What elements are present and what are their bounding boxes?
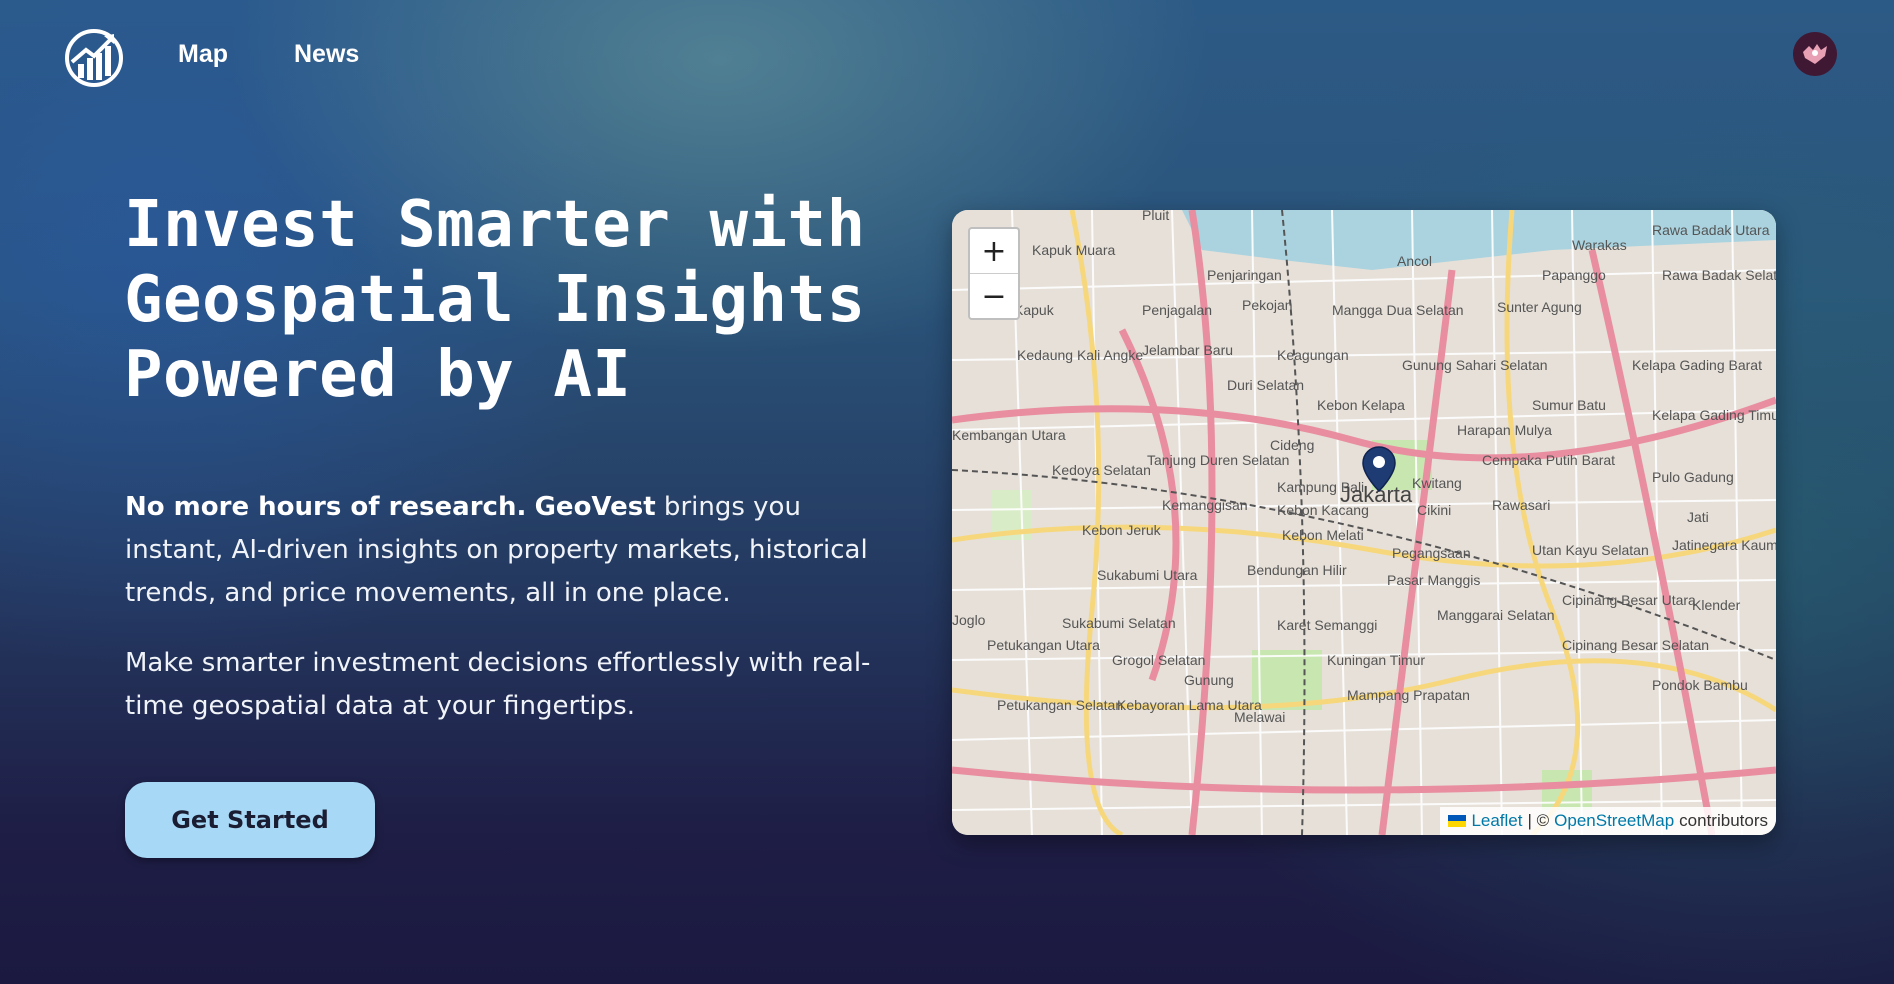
map-label: Rawa Badak Utara [1652,222,1770,238]
map-label: Jelambar Baru [1142,342,1233,358]
map-label: Cempaka Putih Barat [1482,452,1615,468]
map-label: Keagungan [1277,347,1349,363]
map-label: Duri Selatan [1227,377,1304,393]
hero-title: Invest Smarter with Geospatial Insights … [124,188,884,413]
zoom-in-button[interactable]: + [970,229,1018,273]
map-label: Kelapa Gading Timur [1652,407,1776,423]
map-label: Utan Kayu Selatan [1532,542,1649,558]
hero-title-line-3: Powered by AI [124,338,632,412]
zoom-out-button[interactable]: − [970,273,1018,318]
map-label: Cikini [1417,502,1451,518]
location-marker-icon[interactable] [1362,446,1396,492]
map-label: Kebon Melati [1282,527,1364,543]
map-tiles[interactable]: Pluit Kapuk Muara Penjaringan Ancol Wara… [952,210,1776,835]
map-label: Jatinegara Kaum [1672,537,1776,553]
map-label: Kapuk Muara [1032,242,1115,258]
map-label: Joglo [952,612,986,628]
map-label: Kedaung Kali Angke [1017,347,1143,363]
nav-link-news[interactable]: News [294,40,359,69]
nav-link-map[interactable]: Map [178,40,228,69]
map-label: Bendungan Hilir [1247,562,1347,578]
map-label: Kuningan Timur [1327,652,1425,668]
map-label: Klender [1692,597,1741,613]
hero-title-line-1: Invest Smarter with [124,188,866,262]
map-label: Pluit [1142,210,1169,223]
map-attribution: Leaflet | © OpenStreetMap contributors [1440,807,1776,835]
hero-bold-lead: No more hours of research. [125,492,527,522]
chart-growth-logo-icon[interactable] [64,28,124,88]
map-label: Rawa Badak Selatan [1662,267,1776,283]
map-label: Melawai [1234,709,1285,725]
leaflet-link[interactable]: Leaflet [1471,811,1522,831]
map-widget[interactable]: Pluit Kapuk Muara Penjaringan Ancol Wara… [952,210,1776,835]
hero-paragraph-1: No more hours of research. GeoVest bring… [125,486,885,615]
hero-title-line-2: Geospatial Insights [124,263,866,337]
map-label: Cideng [1270,437,1314,453]
map-label: Sukabumi Utara [1097,567,1198,583]
map-label: Rawasari [1492,497,1550,513]
map-label: Tanjung Duren Selatan [1147,452,1289,468]
user-avatar-icon[interactable] [1793,32,1837,76]
map-label: Mangga Dua Selatan [1332,302,1464,318]
map-label: Petukangan Utara [987,637,1100,653]
map-label: Karet Semanggi [1277,617,1377,633]
map-label: Manggarai Selatan [1437,607,1555,623]
map-label: Kembangan Utara [952,427,1066,443]
map-label: Cipinang Besar Selatan [1562,637,1709,653]
map-label: Petukangan Selatan [997,697,1123,713]
map-label: Papanggo [1542,267,1606,283]
map-label: Gunung [1184,672,1234,688]
map-label: Kelapa Gading Barat [1632,357,1762,373]
map-label: Penjaringan [1207,267,1282,283]
map-label: Pasar Manggis [1387,572,1480,588]
map-label: Harapan Mulya [1457,422,1552,438]
map-label: Cipinang Besar Utara [1562,592,1696,608]
hero-paragraph-2: Make smarter investment decisions effort… [125,648,871,721]
attribution-suffix: contributors [1679,811,1768,830]
map-label: Jati [1687,509,1709,525]
map-label: Penjagalan [1142,302,1212,318]
map-label: Ancol [1397,253,1432,269]
map-label: Sunter Agung [1497,299,1582,315]
map-label: Pekojan [1242,297,1293,313]
map-label: Pondok Bambu [1652,677,1748,693]
brand-name: GeoVest [534,492,656,522]
map-label: Gunung Sahari Selatan [1402,357,1548,373]
map-label: Kebon Kelapa [1317,397,1405,413]
map-label: Pulo Gadung [1652,469,1734,485]
map-label: Kedoya Selatan [1052,462,1151,478]
map-label: Kemanggisan [1162,497,1248,513]
ukraine-flag-icon [1448,815,1467,827]
zoom-control: + − [968,227,1020,320]
attribution-separator: | © [1527,811,1550,830]
map-label: Sumur Batu [1532,397,1606,413]
get-started-button[interactable]: Get Started [125,782,375,858]
map-label: Grogol Selatan [1112,652,1205,668]
map-label: Pegangsaan [1392,545,1471,561]
top-nav: Map News [0,0,1894,112]
map-label: Sukabumi Selatan [1062,615,1176,631]
map-label: Warakas [1572,237,1627,253]
openstreetmap-link[interactable]: OpenStreetMap [1554,811,1674,831]
map-label: Kapuk [1014,302,1055,318]
map-label: Mampang Prapatan [1347,687,1470,703]
map-label: Kebon Jeruk [1082,522,1162,538]
map-label: Kwitang [1412,475,1462,491]
